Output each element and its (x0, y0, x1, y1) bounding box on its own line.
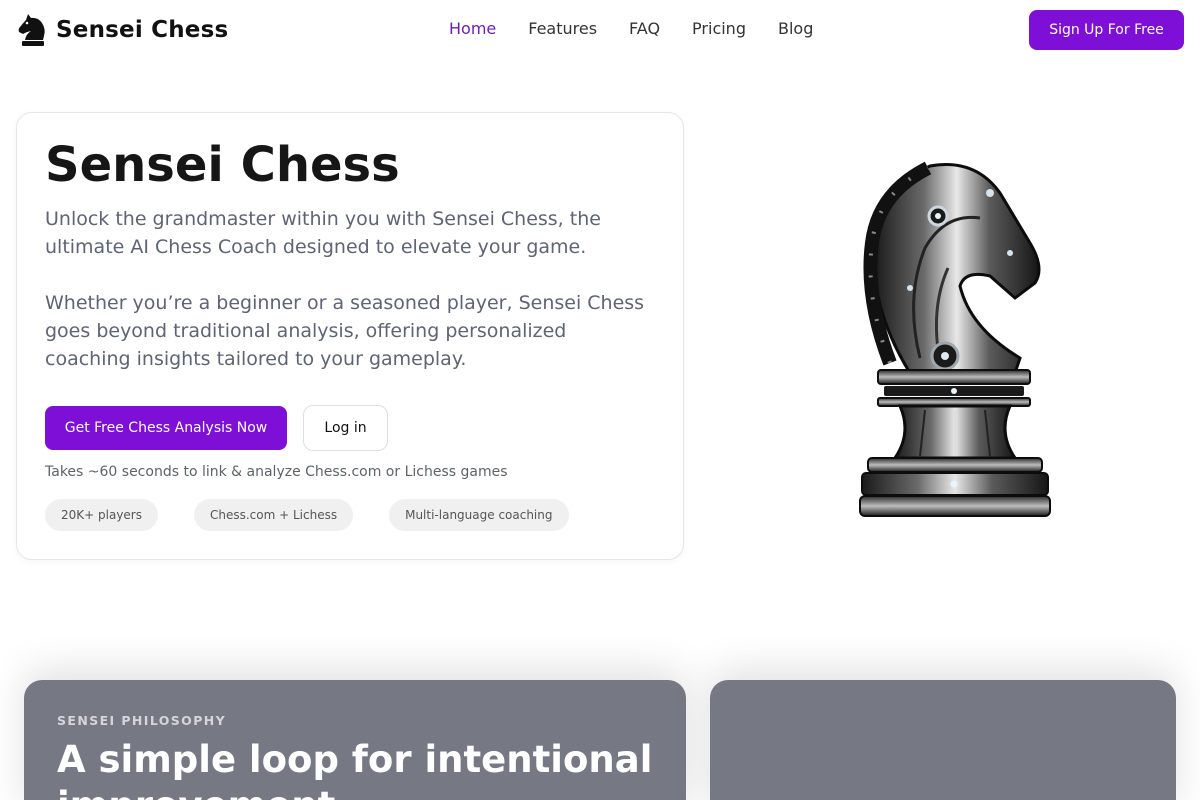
pill-languages: Multi-language coaching (389, 499, 569, 531)
analysis-note: Takes ~60 seconds to link & analyze Ches… (45, 464, 508, 480)
login-button[interactable]: Log in (303, 405, 388, 451)
philosophy-eyebrow: SENSEI PHILOSOPHY (57, 713, 227, 728)
hero-card: Sensei Chess Unlock the grandmaster with… (16, 112, 684, 560)
site-header: Sensei Chess Home Features FAQ Pricing B… (0, 0, 1200, 60)
feature-pills: 20K+ players Chess.com + Lichess Multi-l… (45, 499, 569, 531)
nav-features[interactable]: Features (528, 18, 597, 40)
philosophy-card: SENSEI PHILOSOPHY A simple loop for inte… (24, 680, 686, 800)
main-nav: Home Features FAQ Pricing Blog (449, 18, 813, 40)
brand-logo[interactable]: Sensei Chess (16, 12, 228, 48)
nav-home[interactable]: Home (449, 18, 496, 40)
philosophy-title: A simple loop for intentional improvemen… (57, 738, 653, 800)
preview-card (710, 680, 1176, 800)
pill-platforms: Chess.com + Lichess (193, 499, 354, 531)
hero-paragraph-intro: Unlock the grandmaster within you with S… (45, 208, 601, 258)
brand-name: Sensei Chess (56, 17, 229, 43)
get-analysis-button[interactable]: Get Free Chess Analysis Now (45, 406, 287, 450)
nav-pricing[interactable]: Pricing (692, 18, 746, 40)
pill-players: 20K+ players (45, 499, 158, 531)
nav-blog[interactable]: Blog (778, 18, 813, 40)
nav-faq[interactable]: FAQ (629, 18, 660, 40)
signup-button[interactable]: Sign Up For Free (1029, 10, 1184, 50)
knight-icon (18, 14, 45, 46)
hero-title: Sensei Chess (45, 137, 400, 193)
robotic-knight-icon (859, 161, 1051, 517)
knight-illustration (850, 158, 1060, 524)
hero-paragraph-details: Whether you’re a beginner or a seasoned … (45, 292, 645, 370)
